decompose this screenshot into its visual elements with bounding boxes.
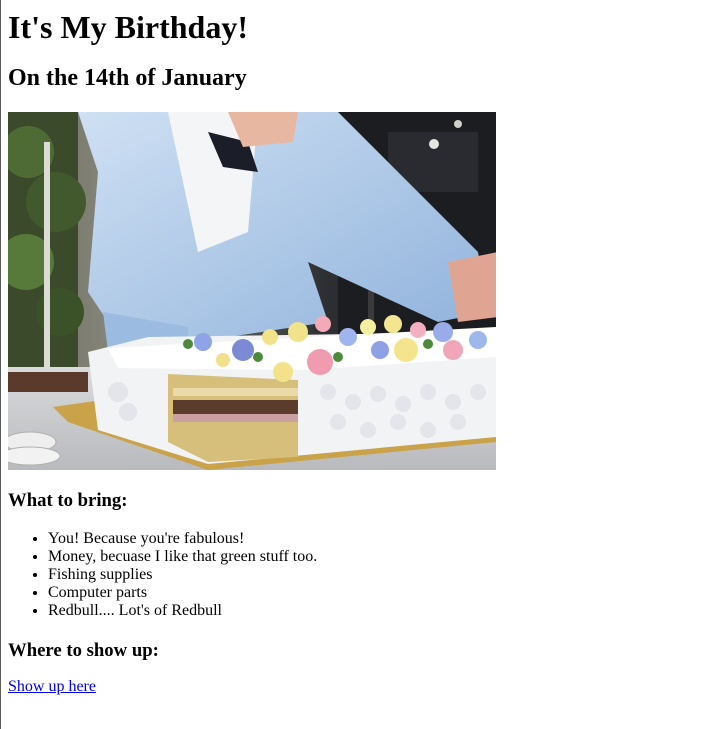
birthday-cake-image — [8, 112, 496, 470]
page-title: It's My Birthday! — [8, 9, 248, 45]
page-content: It's My Birthday! On the 14th of January — [8, 0, 705, 696]
page-left-border — [0, 0, 1, 729]
list-item: You! Because you're fabulous! — [48, 530, 705, 548]
list-item: Money, becuase I like that green stuff t… — [48, 548, 705, 566]
location-heading: Where to show up: — [8, 640, 159, 661]
list-item: Computer parts — [48, 584, 705, 602]
bring-list: You! Because you're fabulous! Money, bec… — [8, 530, 705, 620]
list-item: Fishing supplies — [48, 566, 705, 584]
show-up-link[interactable]: Show up here — [8, 678, 96, 695]
list-item: Redbull.... Lot's of Redbull — [48, 602, 705, 620]
location-paragraph: Show up here — [8, 678, 705, 696]
page-subtitle: On the 14th of January — [8, 65, 247, 91]
bring-heading: What to bring: — [8, 490, 128, 511]
